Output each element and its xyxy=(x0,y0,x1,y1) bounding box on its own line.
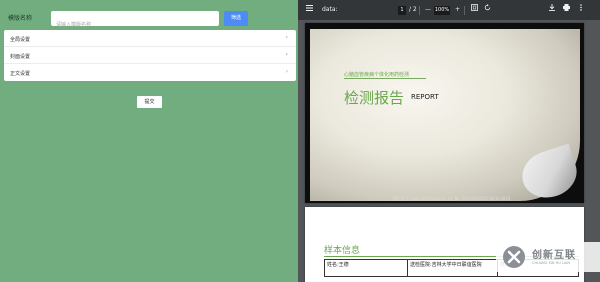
settings-item-body[interactable]: 正文设置 › xyxy=(4,64,296,81)
cover-watermark: 图行天下 www.photophoto.cn No.20140302052402… xyxy=(393,196,511,201)
zoom-out-button[interactable]: — xyxy=(425,0,431,20)
chevron-right-icon: › xyxy=(285,34,288,41)
template-name-input[interactable]: 请输入模版名称 xyxy=(51,11,219,28)
template-name-placeholder: 请输入模版名称 xyxy=(56,22,92,28)
settings-item-label: 全局设置 xyxy=(10,37,31,43)
chevron-right-icon: › xyxy=(285,51,288,58)
filter-button[interactable]: 筛选 xyxy=(224,11,248,26)
more-vert-icon[interactable] xyxy=(580,0,582,20)
brand-logo-icon xyxy=(502,245,526,273)
page-total: / 2 xyxy=(409,6,417,13)
cover-image: 心脑血管疾病个体化用药检测 检测报告 REPORT 图行天下 www.photo… xyxy=(305,23,584,203)
zoom-in-button[interactable]: + xyxy=(455,0,460,20)
cover-title: 检测报告 xyxy=(344,89,405,107)
page-number-input[interactable]: 1 xyxy=(398,6,406,15)
print-icon[interactable] xyxy=(563,0,570,20)
cover-divider xyxy=(344,78,426,79)
table-cell: 送检医院:吉林大学中日联谊医院 xyxy=(407,259,498,277)
zoom-level-input[interactable]: 100% xyxy=(434,6,450,15)
pdf-viewer: data: 1 / 2 — 100% + 心脑血管疾病个体化用药检测 检测报告 … xyxy=(298,0,600,282)
pdf-page-1: 心脑血管疾病个体化用药检测 检测报告 REPORT 图行天下 www.photo… xyxy=(305,23,584,203)
cover-title-en: REPORT xyxy=(411,93,439,101)
settings-item-label: 正文设置 xyxy=(10,71,31,77)
rotate-icon[interactable] xyxy=(484,0,491,20)
download-icon[interactable] xyxy=(549,0,555,20)
settings-item-global[interactable]: 全局设置 › xyxy=(4,30,296,47)
pdf-toolbar: data: 1 / 2 — 100% + xyxy=(298,0,600,20)
template-name-label: 模版名称 xyxy=(8,15,33,22)
document-title: data: xyxy=(322,6,338,13)
brand-name: 创新互联 xyxy=(532,250,576,261)
table-cell: 姓名:王德 xyxy=(324,259,408,277)
chevron-right-icon: › xyxy=(285,68,288,75)
settings-item-cover[interactable]: 封面设置 › xyxy=(4,47,296,64)
submit-button[interactable]: 提交 xyxy=(137,96,162,108)
template-search-bar: 模版名称 请输入模版名称 筛选 xyxy=(0,0,298,30)
settings-list: 全局设置 › 封面设置 › 正文设置 › xyxy=(4,30,296,81)
fit-page-icon[interactable] xyxy=(471,0,478,20)
hamburger-icon[interactable] xyxy=(306,0,313,20)
sample-info-title: 样本信息 xyxy=(324,246,361,256)
settings-panel: 模版名称 请输入模版名称 筛选 全局设置 › 封面设置 › 正文设置 › 提交 xyxy=(0,0,298,282)
brand-subtitle: CHUANG XIN HU LIAN xyxy=(532,261,570,265)
toolbar-divider xyxy=(464,6,465,15)
settings-item-label: 封面设置 xyxy=(10,54,31,60)
toolbar-divider xyxy=(419,6,420,15)
cover-subtitle: 心脑血管疾病个体化用药检测 xyxy=(344,72,410,78)
